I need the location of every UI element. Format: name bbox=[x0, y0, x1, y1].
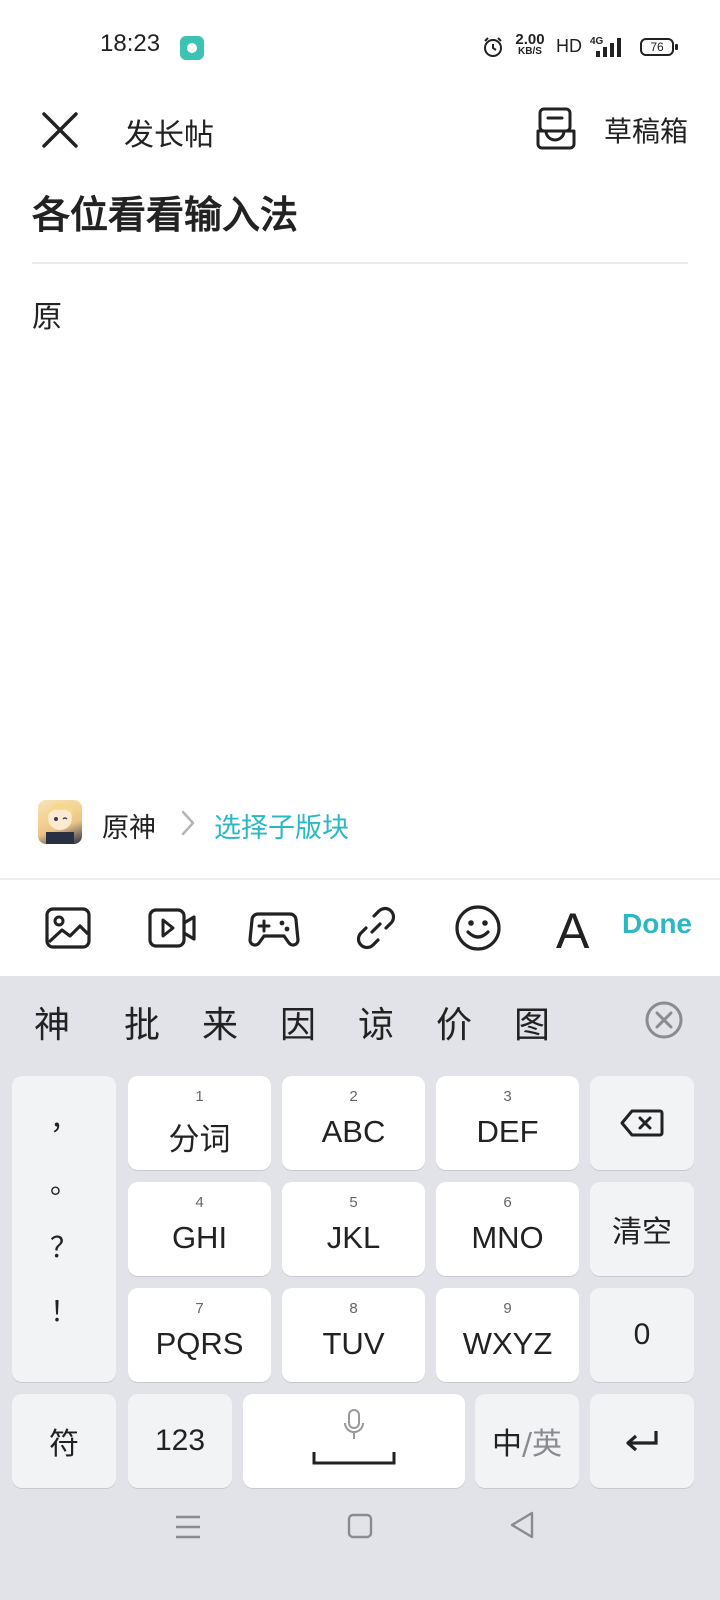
drafts-box-icon bbox=[536, 107, 576, 150]
close-button[interactable] bbox=[36, 106, 84, 154]
enter-icon bbox=[626, 1431, 658, 1452]
image-icon[interactable] bbox=[42, 902, 94, 954]
link-icon[interactable] bbox=[350, 902, 402, 954]
drafts-button[interactable]: 草稿箱 bbox=[536, 104, 689, 156]
space-bar-icon bbox=[312, 1452, 396, 1465]
post-title-input[interactable]: 各位看看输入法 bbox=[32, 184, 298, 239]
gamepad-icon[interactable] bbox=[248, 902, 300, 954]
backspace-key[interactable] bbox=[590, 1076, 694, 1170]
signal-icon: 4G bbox=[590, 36, 621, 57]
key-6-mno[interactable]: 6 MNO bbox=[436, 1182, 579, 1276]
key-3-def[interactable]: 3 DEF bbox=[436, 1076, 579, 1170]
zero-key[interactable]: 0 bbox=[590, 1288, 694, 1382]
candidate-word[interactable]: 谅 bbox=[358, 996, 394, 1048]
drafts-label: 草稿箱 bbox=[604, 115, 689, 148]
period-key[interactable]: 。 bbox=[12, 1162, 116, 1202]
status-time: 18:23 bbox=[100, 30, 161, 57]
clear-all-key[interactable]: 清空 bbox=[590, 1182, 694, 1276]
key-2-abc[interactable]: 2 ABC bbox=[282, 1076, 425, 1170]
ime-keyboard: 神 批 来 因 谅 价 图 ， 。 ？ ！ 1 分词 2 ABC 3 DEF 4 GHI… bbox=[0, 976, 720, 1600]
enter-key[interactable] bbox=[590, 1394, 694, 1488]
symbol-key[interactable]: 符 bbox=[12, 1394, 116, 1488]
forum-avatar bbox=[38, 800, 82, 844]
chevron-right-icon bbox=[181, 810, 195, 836]
forum-name: 原神 bbox=[102, 813, 156, 844]
home-icon[interactable] bbox=[346, 1512, 374, 1540]
punctuation-column[interactable]: ， 。 ？ ！ bbox=[12, 1076, 116, 1382]
candidate-word[interactable]: 批 bbox=[124, 996, 160, 1048]
key-5-jkl[interactable]: 5 JKL bbox=[282, 1182, 425, 1276]
title-divider bbox=[32, 262, 688, 264]
lang-secondary: 英 bbox=[532, 1427, 563, 1462]
text-format-glyph: A bbox=[556, 903, 590, 954]
network-speed: 2.00 KB/S bbox=[515, 31, 545, 57]
key-7-pqrs[interactable]: 7 PQRS bbox=[128, 1288, 271, 1382]
emoji-icon[interactable] bbox=[452, 902, 504, 954]
clear-candidates-icon[interactable] bbox=[644, 1000, 684, 1040]
key-4-ghi[interactable]: 4 GHI bbox=[128, 1182, 271, 1276]
candidate-word[interactable]: 价 bbox=[436, 996, 472, 1048]
language-switch-key[interactable]: 中/英 bbox=[475, 1394, 579, 1488]
post-body-input[interactable]: 原 bbox=[32, 292, 62, 336]
key-1-segment[interactable]: 1 分词 bbox=[128, 1076, 271, 1170]
select-subsection-link[interactable]: 选择子版块 bbox=[214, 806, 349, 845]
space-key[interactable] bbox=[243, 1394, 465, 1488]
comma-key[interactable]: ， bbox=[12, 1098, 116, 1138]
lang-primary: 中 bbox=[491, 1427, 522, 1462]
key-9-wxyz[interactable]: 9 WXYZ bbox=[436, 1288, 579, 1382]
video-icon[interactable] bbox=[146, 902, 198, 954]
candidate-word[interactable]: 神 bbox=[34, 996, 70, 1048]
backspace-icon bbox=[620, 1109, 664, 1137]
back-icon[interactable] bbox=[508, 1510, 536, 1540]
lang-separator: / bbox=[521, 1427, 533, 1462]
question-mark-key[interactable]: ？ bbox=[12, 1226, 116, 1266]
alarm-icon bbox=[484, 37, 502, 57]
key-8-tuv[interactable]: 8 TUV bbox=[282, 1288, 425, 1382]
candidate-word[interactable]: 来 bbox=[202, 996, 238, 1048]
exclamation-key[interactable]: ！ bbox=[12, 1290, 116, 1330]
battery-indicator: 76 bbox=[640, 38, 678, 56]
microphone-icon bbox=[344, 1409, 364, 1439]
network-type-label: 4G bbox=[590, 36, 604, 47]
hd-indicator: HD bbox=[556, 36, 582, 56]
menu-icon[interactable] bbox=[174, 1514, 202, 1540]
page-title: 发长帖 bbox=[124, 118, 214, 153]
forum-selector[interactable]: 原神 选择子版块 bbox=[38, 800, 458, 848]
numeric-key[interactable]: 123 bbox=[128, 1394, 232, 1488]
candidate-word[interactable]: 因 bbox=[280, 996, 316, 1048]
candidate-word[interactable]: 图 bbox=[514, 996, 550, 1048]
done-button[interactable]: Done bbox=[622, 908, 692, 940]
app-notification-icon bbox=[180, 36, 204, 60]
